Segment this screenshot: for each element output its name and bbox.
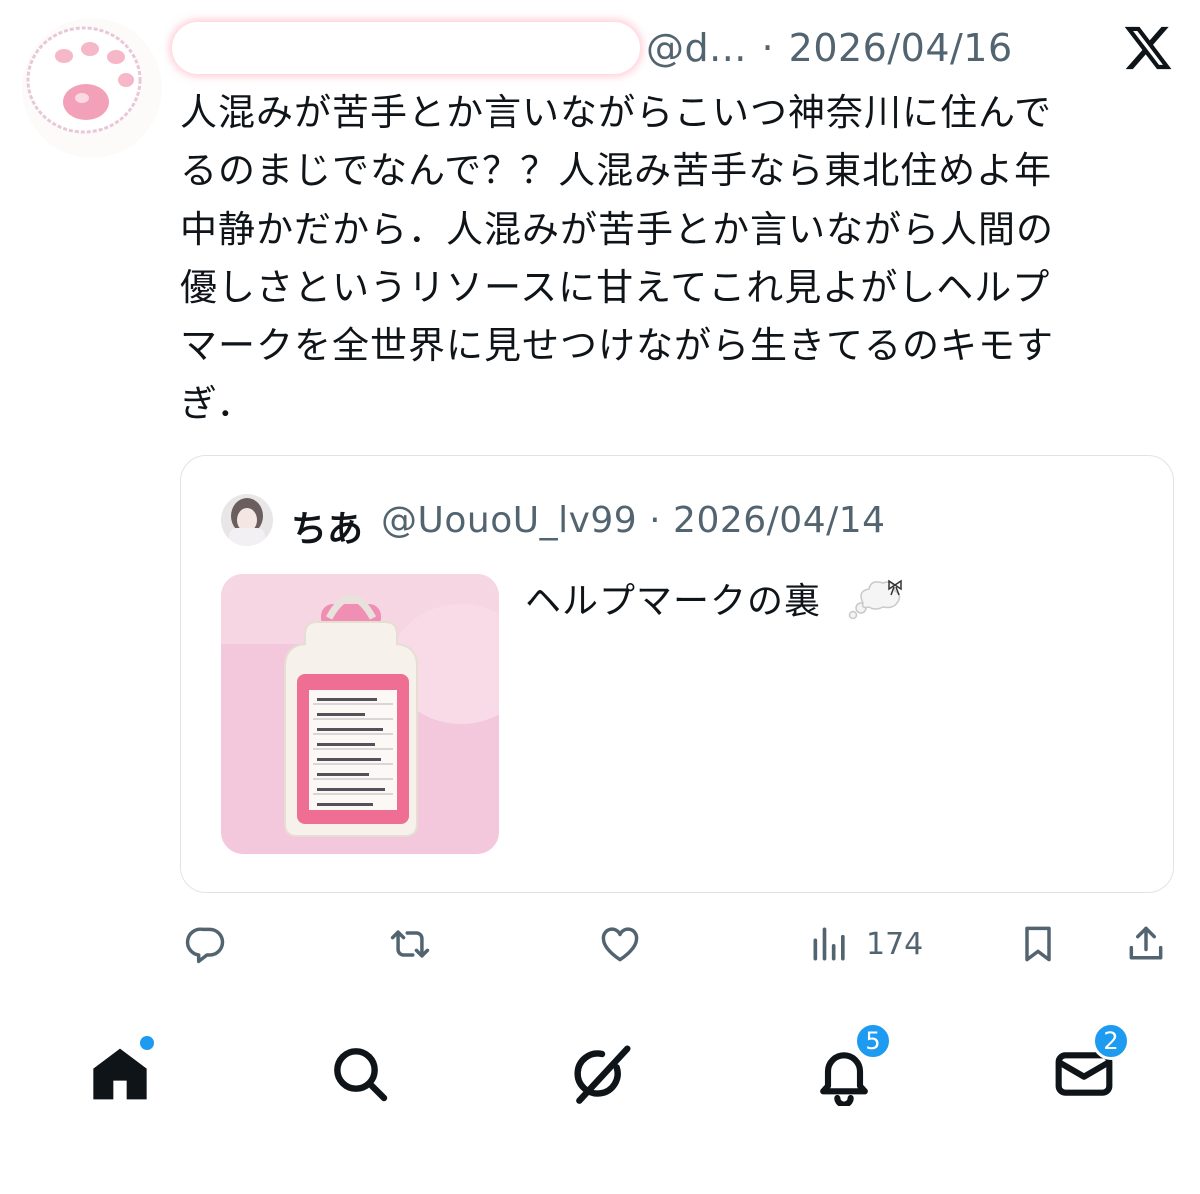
messages-badge: 2 xyxy=(1092,1022,1130,1060)
tweet-meta: @d... · 2026/04/16 xyxy=(646,26,1013,70)
reply-icon xyxy=(185,927,225,964)
quoted-author-name[interactable]: ちあ xyxy=(291,500,363,552)
grok-icon xyxy=(574,1045,631,1104)
views-button[interactable]: 174 xyxy=(808,918,923,970)
quoted-tweet-meta: @UouoU_lv99 · 2026/04/14 xyxy=(381,500,886,541)
thought-bubble-icon xyxy=(843,577,905,623)
author-avatar[interactable] xyxy=(22,18,162,158)
search-icon xyxy=(334,1048,388,1102)
quoted-tweet-date[interactable]: 2026/04/14 xyxy=(673,500,886,541)
redacted-display-name xyxy=(172,22,640,74)
tab-notifications[interactable]: 5 xyxy=(808,1022,892,1110)
bookmark-icon xyxy=(1025,926,1051,962)
quoted-author-handle[interactable]: @UouoU_lv99 xyxy=(381,500,637,541)
notifications-badge: 5 xyxy=(854,1022,892,1060)
bookmark-button[interactable] xyxy=(1016,918,1060,970)
share-button[interactable] xyxy=(1124,918,1168,970)
tweet-text: 人混みが苦手とか言いながらこいつ神奈川に住んで るのまじでなんで？？人混み苦手な… xyxy=(180,91,1054,426)
quoted-tweet-text-content: ヘルプマークの裏 xyxy=(525,581,822,622)
tweet-actions: 174 xyxy=(180,918,1174,970)
like-button[interactable] xyxy=(598,918,642,970)
bottom-tab-bar: 5 2 xyxy=(0,1000,1200,1194)
repost-button[interactable] xyxy=(388,918,432,970)
like-icon xyxy=(601,927,639,962)
meta-separator: · xyxy=(761,26,775,70)
meta-separator: · xyxy=(649,500,662,541)
views-icon xyxy=(813,927,845,961)
tweet-date[interactable]: 2026/04/16 xyxy=(789,26,1013,70)
author-handle[interactable]: @d... xyxy=(646,26,747,70)
tweet: @d... · 2026/04/16 人混みが苦手とか言いながらこいつ神奈川に住… xyxy=(0,0,1200,1000)
quoted-tweet-text: ヘルプマークの裏 xyxy=(525,572,905,624)
tab-messages[interactable]: 2 xyxy=(1048,1022,1130,1110)
home-unread-dot xyxy=(140,1036,154,1050)
x-logo-icon[interactable] xyxy=(1122,22,1174,74)
repost-icon xyxy=(390,930,430,958)
quoted-author-avatar[interactable] xyxy=(221,494,273,546)
views-count: 174 xyxy=(866,926,924,962)
quoted-media-image[interactable] xyxy=(221,574,499,854)
tweet-header: @d... · 2026/04/16 xyxy=(172,18,1182,84)
tab-home[interactable] xyxy=(84,1036,156,1110)
share-icon xyxy=(1129,926,1163,960)
quoted-tweet[interactable]: ちあ @UouoU_lv99 · 2026/04/14 ヘルプマークの裏 xyxy=(180,455,1174,893)
tab-search[interactable] xyxy=(324,1038,396,1110)
home-icon xyxy=(93,1048,147,1100)
tab-grok[interactable] xyxy=(566,1038,638,1110)
reply-button[interactable] xyxy=(184,918,228,970)
